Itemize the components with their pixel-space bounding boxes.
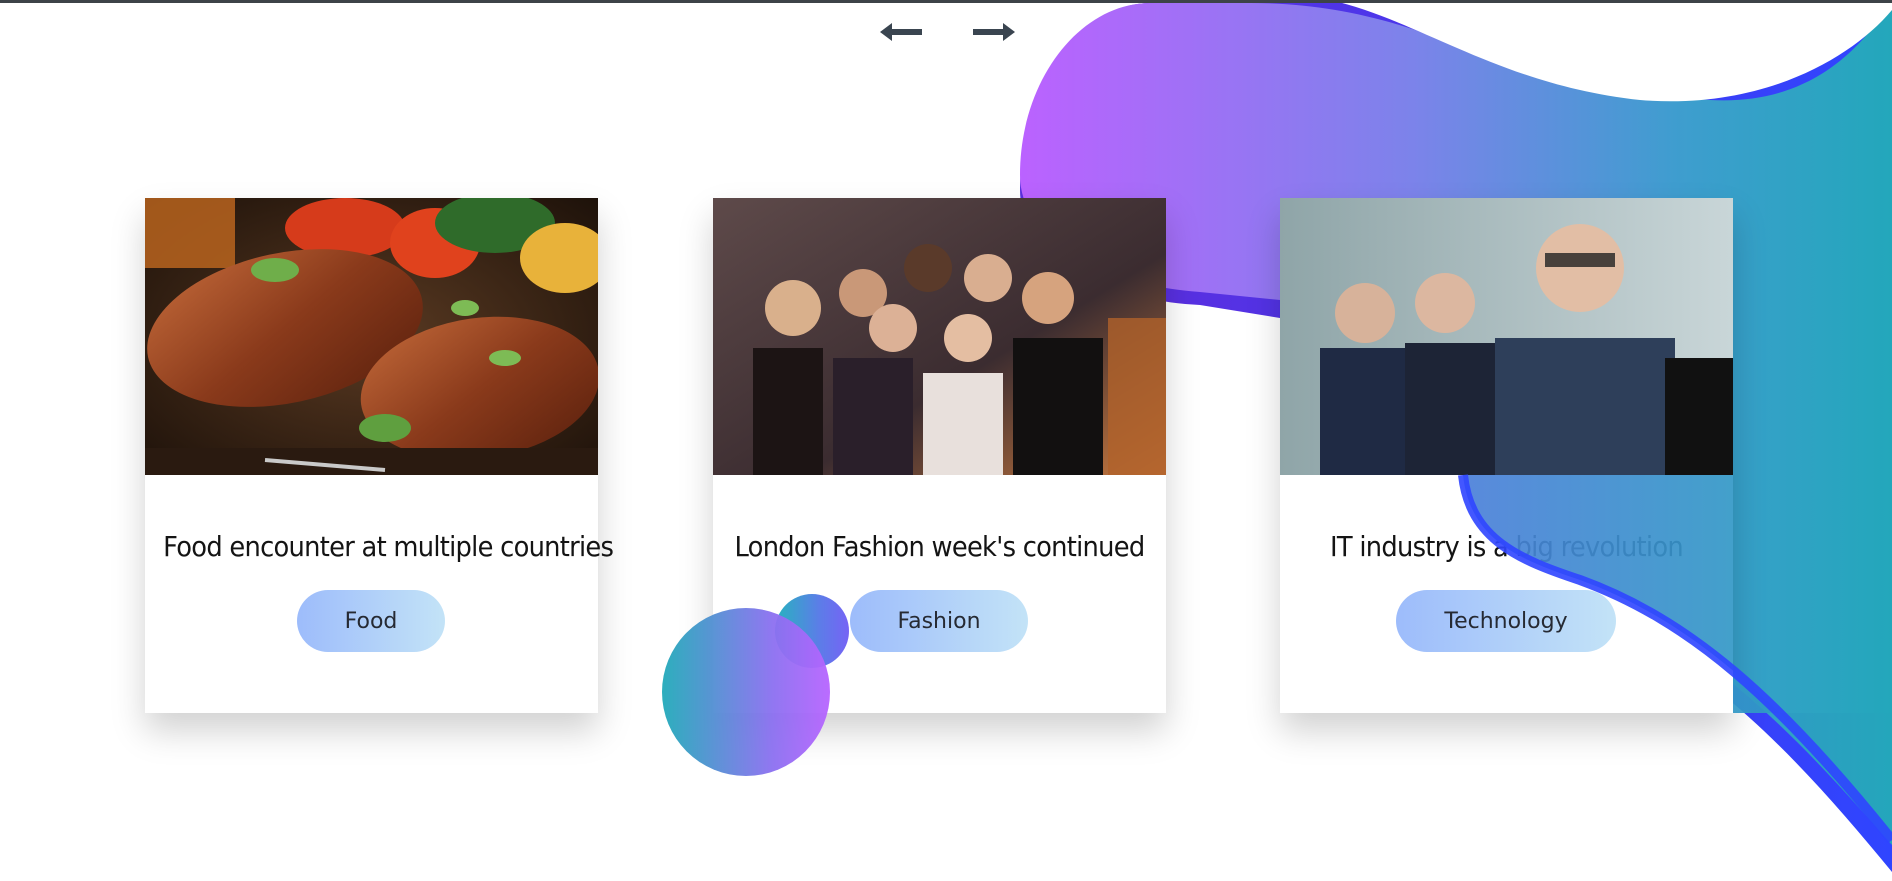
party-crowd-image [713, 198, 1166, 475]
card-title: IT industry is a big revolution [1330, 530, 1684, 563]
tag-technology-button[interactable]: Technology [1396, 590, 1616, 652]
arrow-left-icon [880, 23, 922, 41]
business-people-image [1280, 198, 1733, 475]
grilled-steak-image [145, 198, 598, 475]
card-image-party [713, 198, 1166, 475]
previous-arrow-button[interactable] [877, 16, 925, 48]
card-image-steak [145, 198, 598, 475]
arrow-right-icon [973, 23, 1015, 41]
card-food[interactable]: Food encounter at multiple countries Foo… [145, 198, 614, 713]
top-rule [0, 0, 1892, 3]
card-title: Food encounter at multiple countries [163, 530, 614, 563]
next-arrow-button[interactable] [970, 16, 1018, 48]
tag-food-button[interactable]: Food [297, 590, 445, 652]
card-technology[interactable]: IT industry is a big revolution Technolo… [1280, 198, 1733, 713]
decorative-circle-large [662, 608, 830, 776]
card-title: London Fashion week's continued [734, 530, 1146, 563]
card-image-business [1280, 198, 1733, 475]
page: Food encounter at multiple countries Foo… [0, 0, 1892, 881]
tag-fashion-button[interactable]: Fashion [850, 590, 1028, 652]
